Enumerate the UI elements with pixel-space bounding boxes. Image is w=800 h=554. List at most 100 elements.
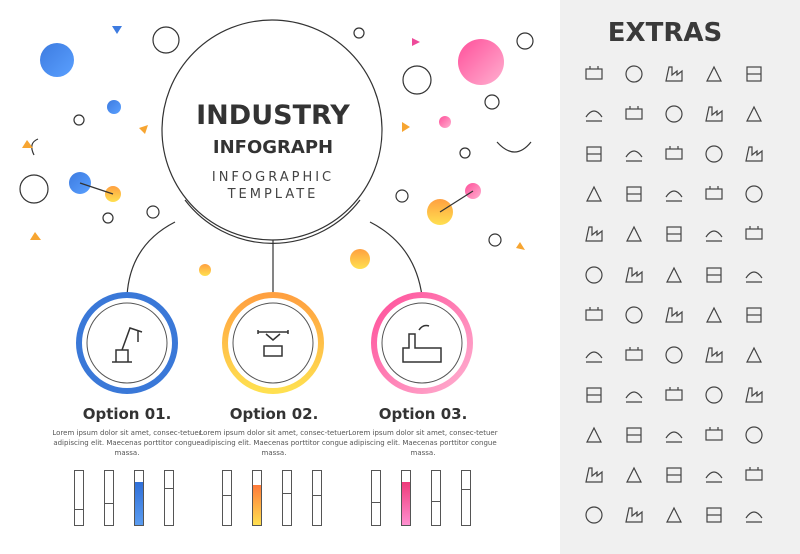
level-bar <box>401 470 411 526</box>
industry-icon <box>654 375 694 415</box>
industry-icon <box>614 254 654 294</box>
option-title: Option 02. <box>229 405 319 423</box>
level-fill <box>462 489 470 525</box>
level-fill <box>165 487 173 525</box>
industry-icon <box>574 495 614 535</box>
level-bar <box>134 470 144 526</box>
industry-icon <box>694 335 734 375</box>
level-fill <box>75 509 83 525</box>
industry-icon <box>614 94 654 134</box>
option-1-bars <box>74 470 174 526</box>
industry-icon <box>614 214 654 254</box>
industry-icon <box>734 415 774 455</box>
industry-icon <box>654 254 694 294</box>
level-bar <box>104 470 114 526</box>
industry-icon <box>654 214 694 254</box>
industry-icon <box>654 455 694 495</box>
industry-icon <box>734 455 774 495</box>
option-3: Option 03. Lorem ipsum dolor sit amet, co… <box>348 405 498 458</box>
industry-icon <box>694 134 734 174</box>
level-bar <box>74 470 84 526</box>
industry-icon <box>694 295 734 335</box>
industry-icon <box>574 335 614 375</box>
level-bar <box>431 470 441 526</box>
option-text: Lorem ipsum dolor sit amet, consec-tetue… <box>199 429 349 457</box>
industry-icon <box>654 295 694 335</box>
industry-icon <box>694 174 734 214</box>
industry-icon <box>574 254 614 294</box>
industry-icon <box>734 254 774 294</box>
industry-icon <box>574 54 614 94</box>
industry-icon <box>574 455 614 495</box>
industry-icon <box>734 295 774 335</box>
industry-icon <box>694 214 734 254</box>
industry-icon <box>574 375 614 415</box>
industry-icon <box>614 495 654 535</box>
industry-icon <box>734 495 774 535</box>
level-bar <box>252 470 262 526</box>
industry-icon <box>574 415 614 455</box>
industry-icon <box>654 335 694 375</box>
level-fill <box>313 495 321 525</box>
level-bar <box>222 470 232 526</box>
industry-icon <box>614 335 654 375</box>
industry-icon <box>614 415 654 455</box>
subtitle-line1: INFOGRAPHIC <box>211 170 335 185</box>
option-text: Lorem ipsum dolor sit amet, consec-tetue… <box>348 429 498 457</box>
level-fill <box>105 503 113 525</box>
industry-icon <box>694 94 734 134</box>
industry-icon <box>654 94 694 134</box>
industry-icon <box>614 54 654 94</box>
industry-icon <box>694 415 734 455</box>
subtitle-line2: TEMPLATE <box>227 187 319 202</box>
level-fill <box>253 485 261 525</box>
industry-icon <box>694 375 734 415</box>
level-bar <box>461 470 471 526</box>
industry-icon <box>654 415 694 455</box>
industry-icon <box>614 375 654 415</box>
industry-icon <box>654 495 694 535</box>
level-fill <box>223 495 231 525</box>
industry-icon <box>694 254 734 294</box>
industry-icon <box>694 54 734 94</box>
industry-icon <box>734 54 774 94</box>
option-2-bars <box>222 470 322 526</box>
option-title: Option 03. <box>378 405 468 423</box>
option-2: Option 02. Lorem ipsum dolor sit amet, co… <box>199 405 349 458</box>
level-fill <box>283 493 291 525</box>
industry-icon <box>574 134 614 174</box>
industry-icon <box>734 375 774 415</box>
option-text: Lorem ipsum dolor sit amet, consec-tetue… <box>52 429 202 457</box>
title-line2: INFOGRAPH <box>212 137 334 158</box>
option-title: Option 01. <box>82 405 172 423</box>
industry-icon <box>654 54 694 94</box>
industry-icon <box>734 134 774 174</box>
industry-icon <box>734 214 774 254</box>
industry-icon <box>574 295 614 335</box>
level-fill <box>402 481 410 525</box>
level-fill <box>372 502 380 525</box>
option-rings <box>76 292 473 394</box>
option-3-bars <box>371 470 471 526</box>
industry-icon <box>694 455 734 495</box>
industry-icon <box>574 214 614 254</box>
industry-icon <box>614 455 654 495</box>
industry-icon <box>574 94 614 134</box>
industry-icon <box>614 134 654 174</box>
industry-icon <box>734 94 774 134</box>
industry-icon <box>734 335 774 375</box>
industry-icon <box>614 295 654 335</box>
option-1: Option 01. Lorem ipsum dolor sit amet, co… <box>52 405 202 458</box>
level-fill <box>135 481 143 525</box>
industry-icon <box>654 134 694 174</box>
extras-title: EXTRAS <box>607 18 723 48</box>
level-bar <box>371 470 381 526</box>
industry-icon <box>614 174 654 214</box>
level-bar <box>282 470 292 526</box>
level-fill <box>432 500 440 525</box>
level-bar <box>164 470 174 526</box>
industry-icon <box>734 174 774 214</box>
level-bar <box>312 470 322 526</box>
extras-icon-grid <box>574 54 774 535</box>
title-line1: INDUSTRY <box>196 100 350 131</box>
